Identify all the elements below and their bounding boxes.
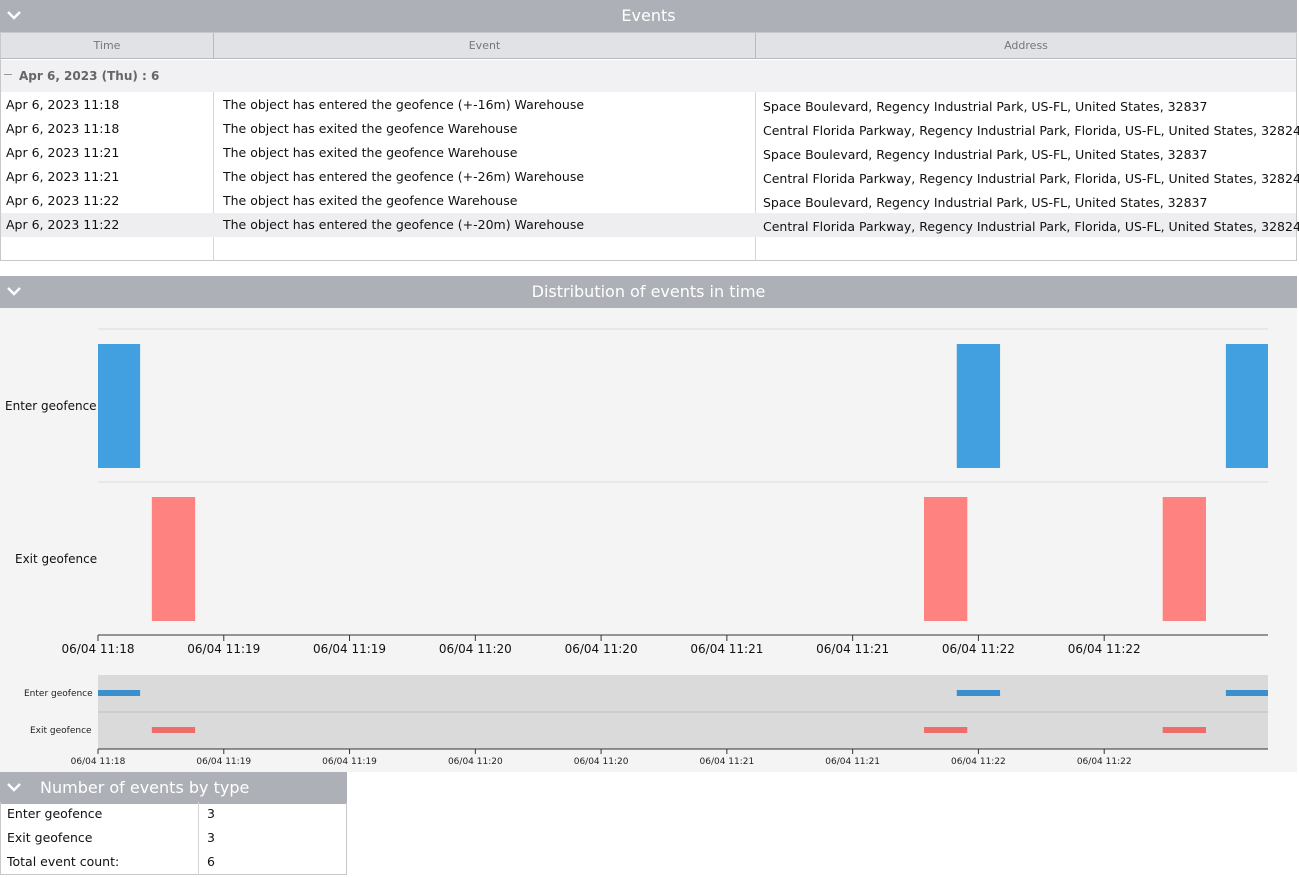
- table-row[interactable]: Apr 6, 2023 11:18 The object has exited …: [1, 117, 1299, 141]
- navigator-tick-label: 06/04 11:19: [196, 757, 251, 767]
- count-label: Total event count:: [7, 854, 120, 869]
- navigator-tick-label: 06/04 11:21: [700, 757, 755, 767]
- row-address: Central Florida Parkway, Regency Industr…: [763, 171, 1299, 186]
- navigator-category-label: Enter geofence: [24, 689, 93, 699]
- x-tick-label: 06/04 11:20: [565, 642, 638, 656]
- column-header-address[interactable]: Address: [756, 33, 1296, 59]
- distribution-panel-header: Distribution of events in time: [0, 276, 1297, 308]
- row-time: Apr 6, 2023 11:18: [6, 121, 120, 136]
- row-address: Space Boulevard, Regency Industrial Park…: [763, 195, 1208, 210]
- distribution-panel-title: Distribution of events in time: [531, 282, 766, 301]
- row-time: Apr 6, 2023 11:21: [6, 169, 120, 184]
- x-tick-label: 06/04 11:22: [1068, 642, 1141, 656]
- navigator-tick-label: 06/04 11:18: [71, 757, 126, 767]
- row-time: Apr 6, 2023 11:22: [6, 217, 120, 232]
- row-event: The object has exited the geofence Wareh…: [223, 145, 518, 160]
- navigator-tick-label: 06/04 11:20: [574, 757, 629, 767]
- row-event: The object has exited the geofence Wareh…: [223, 193, 518, 208]
- navigator-event-bar: [98, 690, 141, 696]
- row-address: Central Florida Parkway, Regency Industr…: [763, 219, 1299, 234]
- x-tick-label: 06/04 11:19: [187, 642, 260, 656]
- events-panel-title: Events: [621, 6, 676, 25]
- collapse-icon[interactable]: [4, 74, 12, 75]
- table-row[interactable]: Apr 6, 2023 11:18 The object has entered…: [1, 93, 1296, 117]
- timeline-svg: Enter geofence Exit geofence 06/04 11:18 06…: [5, 328, 1268, 767]
- event-bar: [924, 497, 968, 621]
- x-tick-label: 06/04 11:21: [816, 642, 889, 656]
- row-time: Apr 6, 2023 11:22: [6, 193, 120, 208]
- count-label: Exit geofence: [7, 830, 93, 845]
- counts-panel-title: Number of events by type: [40, 778, 250, 797]
- events-panel-header: Events: [0, 0, 1297, 32]
- counts-table: Enter geofence 3 Exit geofence 3 Total e…: [0, 802, 347, 875]
- count-row: Enter geofence 3: [1, 802, 346, 826]
- row-time: Apr 6, 2023 11:18: [6, 97, 120, 112]
- navigator-event-bar: [1162, 727, 1206, 733]
- column-header-time[interactable]: Time: [1, 33, 214, 59]
- row-time: Apr 6, 2023 11:21: [6, 145, 120, 160]
- event-bar: [1162, 497, 1206, 621]
- navigator-tick-label: 06/04 11:20: [448, 757, 503, 767]
- x-tick-label: 06/04 11:22: [942, 642, 1015, 656]
- table-row[interactable]: Apr 6, 2023 11:21 The object has entered…: [1, 165, 1299, 189]
- category-label: Exit geofence: [15, 552, 97, 566]
- event-bar: [956, 344, 1001, 468]
- chevron-down-icon[interactable]: [6, 779, 22, 795]
- row-event: The object has entered the geofence (+-1…: [223, 97, 585, 112]
- column-header-event[interactable]: Event: [214, 33, 756, 59]
- row-address: Space Boulevard, Regency Industrial Park…: [763, 147, 1208, 162]
- x-tick-label: 06/04 11:20: [439, 642, 512, 656]
- event-bar: [1225, 344, 1268, 468]
- event-bar: [151, 497, 196, 621]
- navigator-category-label: Exit geofence: [30, 726, 92, 736]
- navigator-tick-label: 06/04 11:19: [322, 757, 377, 767]
- row-address: Space Boulevard, Regency Industrial Park…: [763, 99, 1208, 114]
- row-event: The object has exited the geofence Wareh…: [223, 121, 518, 136]
- navigator-event-bar: [1225, 690, 1268, 696]
- navigator-event-bar: [924, 727, 968, 733]
- x-tick-label: 06/04 11:19: [313, 642, 386, 656]
- navigator-tick-label: 06/04 11:22: [1077, 757, 1132, 767]
- navigator-tick-label: 06/04 11:22: [951, 757, 1006, 767]
- x-tick-label: 06/04 11:18: [62, 642, 135, 656]
- count-value: 6: [207, 854, 215, 869]
- event-bar: [98, 344, 141, 468]
- row-event: The object has entered the geofence (+-2…: [223, 217, 585, 232]
- count-row: Total event count: 6: [1, 850, 346, 874]
- category-label: Enter geofence: [5, 399, 97, 413]
- navigator-event-bar: [956, 690, 1001, 696]
- counts-panel-header: Number of events by type: [0, 772, 347, 804]
- events-timeline-chart: Enter geofence Exit geofence 06/04 11:18 06…: [0, 308, 1297, 772]
- row-event: The object has entered the geofence (+-2…: [223, 169, 585, 184]
- count-label: Enter geofence: [7, 806, 103, 821]
- group-label: Apr 6, 2023 (Thu) : 6: [19, 69, 160, 83]
- events-table: Time Event Address Apr 6, 2023 (Thu) : 6…: [0, 32, 1299, 261]
- count-value: 3: [207, 806, 215, 821]
- navigator-tick-label: 06/04 11:21: [825, 757, 880, 767]
- row-address: Central Florida Parkway, Regency Industr…: [763, 123, 1299, 138]
- group-row[interactable]: Apr 6, 2023 (Thu) : 6: [1, 60, 1296, 92]
- x-tick-label: 06/04 11:21: [690, 642, 763, 656]
- table-row[interactable]: Apr 6, 2023 11:21 The object has exited …: [1, 141, 1296, 165]
- count-row: Exit geofence 3: [1, 826, 346, 850]
- table-row[interactable]: Apr 6, 2023 11:22 The object has exited …: [1, 189, 1296, 213]
- count-value: 3: [207, 830, 215, 845]
- navigator-event-bar: [151, 727, 196, 733]
- table-row-selected[interactable]: Apr 6, 2023 11:22 The object has entered…: [1, 213, 1299, 237]
